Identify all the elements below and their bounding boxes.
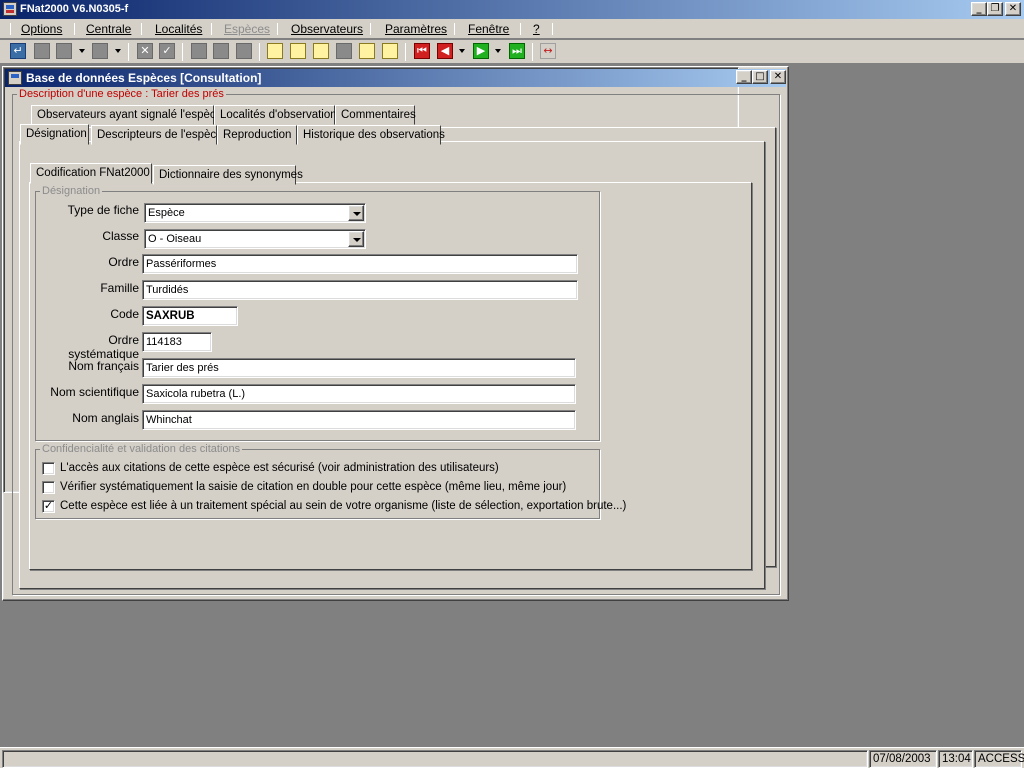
app-title: FNat2000 V6.N0305-f: [20, 3, 129, 15]
type-fiche-value: Espèce: [148, 207, 185, 219]
app-close-button[interactable]: ✕: [1005, 2, 1021, 16]
special-treatment-label[interactable]: Cette espèce est liée à un traitement sp…: [60, 500, 626, 512]
toolbar-separator: [128, 43, 129, 61]
type-fiche-label: Type de fiche: [67, 203, 139, 217]
back-arrow-icon[interactable]: ↵: [10, 43, 26, 59]
menu-centrale[interactable]: Centrale: [86, 22, 131, 36]
app-icon[interactable]: [3, 2, 17, 16]
edit-record-icon[interactable]: [56, 43, 72, 59]
secure-access-checkbox[interactable]: [42, 462, 55, 475]
status-time: 13:04: [938, 750, 973, 768]
validate-icon[interactable]: ✓: [159, 43, 175, 59]
app-minimize-button[interactable]: _: [971, 2, 987, 16]
menu-separator: [211, 23, 212, 35]
print-icon[interactable]: [336, 43, 352, 59]
dropdown-arrow-icon[interactable]: [79, 49, 85, 53]
next-record-icon[interactable]: ▶: [473, 43, 489, 59]
chevron-down-icon[interactable]: [348, 231, 364, 247]
tag-icon[interactable]: [191, 43, 207, 59]
toolbar-separator: [259, 43, 260, 61]
new-document-icon[interactable]: [267, 43, 283, 59]
status-date: 07/08/2003: [869, 750, 937, 768]
menu-options[interactable]: Options: [21, 22, 62, 36]
ordre-systematique-field[interactable]: 114183: [142, 332, 212, 352]
ordre-systematique-label: Ordre systématique: [68, 333, 139, 361]
menu-parametres[interactable]: Paramètres: [385, 22, 447, 36]
nom-anglais-label: Nom anglais: [72, 411, 139, 425]
menu-especes[interactable]: Espèces: [224, 22, 270, 36]
classe-label: Classe: [102, 229, 139, 243]
edit-document-icon[interactable]: [290, 43, 306, 59]
menu-help[interactable]: ?: [533, 22, 540, 36]
special-treatment-checkbox[interactable]: ✓: [42, 500, 55, 513]
swap-icon[interactable]: ↔: [540, 43, 556, 59]
toolbar-separator: [182, 43, 183, 61]
designation-legend: Désignation: [42, 185, 101, 197]
famille-field[interactable]: Turdidés: [142, 280, 578, 300]
nom-scientifique-field[interactable]: Saxicola rubetra (L.): [142, 384, 576, 404]
menu-separator: [10, 23, 11, 35]
form-layer: Désignation Type de fiche Espèce Classe …: [3, 67, 788, 600]
check-duplicates-label[interactable]: Vérifier systématiquement la saisie de c…: [60, 481, 566, 493]
delete-record-icon[interactable]: [92, 43, 108, 59]
nom-francais-field[interactable]: Tarier des prés: [142, 358, 576, 378]
species-database-window: Base de données Espèces [Consultation] _…: [2, 66, 789, 601]
nom-scientifique-label: Nom scientifique: [50, 385, 139, 399]
famille-label: Famille: [100, 281, 139, 295]
ordre-label: Ordre: [108, 255, 139, 269]
menu-localites[interactable]: Localités: [155, 22, 202, 36]
secure-access-label[interactable]: L'accès aux citations de cette espèce es…: [60, 462, 499, 474]
new-record-icon[interactable]: [34, 43, 50, 59]
code-field[interactable]: SAXRUB: [142, 306, 238, 326]
dropdown-arrow-icon[interactable]: [459, 49, 465, 53]
classe-select[interactable]: O - Oiseau: [144, 229, 366, 249]
dropdown-arrow-icon[interactable]: [495, 49, 501, 53]
status-bar: 07/08/2003 13:04 ACCESS: [0, 747, 1024, 768]
menu-separator: [277, 23, 278, 35]
save-icon[interactable]: [213, 43, 229, 59]
toolbar-separator: [405, 43, 406, 61]
toolbar: ↵ ✕ ✓ ⏮ ◀ ▶ ⏭ ↔: [0, 40, 1024, 64]
network-icon[interactable]: [382, 43, 398, 59]
app-title-bar: FNat2000 V6.N0305-f _ ❐ ✕: [0, 0, 1024, 19]
nom-francais-label: Nom français: [68, 359, 139, 373]
menu-separator: [74, 23, 75, 35]
cancel-icon[interactable]: ✕: [137, 43, 153, 59]
confidentialite-legend: Confidencialité et validation des citati…: [42, 443, 241, 455]
open-folder-icon[interactable]: [359, 43, 375, 59]
nom-anglais-field[interactable]: Whinchat: [142, 410, 576, 430]
menu-fenetre[interactable]: Fenêtre: [468, 22, 509, 36]
menu-separator: [520, 23, 521, 35]
last-record-icon[interactable]: ⏭: [509, 43, 525, 59]
ordre-field[interactable]: Passériformes: [142, 254, 578, 274]
classe-value: O - Oiseau: [148, 233, 202, 245]
app-restore-button[interactable]: ❐: [987, 2, 1003, 16]
delete-document-icon[interactable]: [313, 43, 329, 59]
menu-separator: [370, 23, 371, 35]
menu-separator: [552, 23, 553, 35]
status-message: [2, 750, 868, 768]
previous-record-icon[interactable]: ◀: [437, 43, 453, 59]
status-mode: ACCESS: [974, 750, 1024, 768]
menu-separator: [141, 23, 142, 35]
chevron-down-icon[interactable]: [348, 205, 364, 221]
first-record-icon[interactable]: ⏮: [414, 43, 430, 59]
toolbar-separator: [532, 43, 533, 61]
menu-separator: [454, 23, 455, 35]
menu-bar: Options Centrale Localités Espèces Obser…: [0, 19, 1024, 39]
menu-observateurs[interactable]: Observateurs: [291, 22, 363, 36]
copy-icon[interactable]: [236, 43, 252, 59]
type-fiche-select[interactable]: Espèce: [144, 203, 366, 223]
code-label: Code: [110, 307, 139, 321]
check-duplicates-checkbox[interactable]: [42, 481, 55, 494]
dropdown-arrow-icon[interactable]: [115, 49, 121, 53]
